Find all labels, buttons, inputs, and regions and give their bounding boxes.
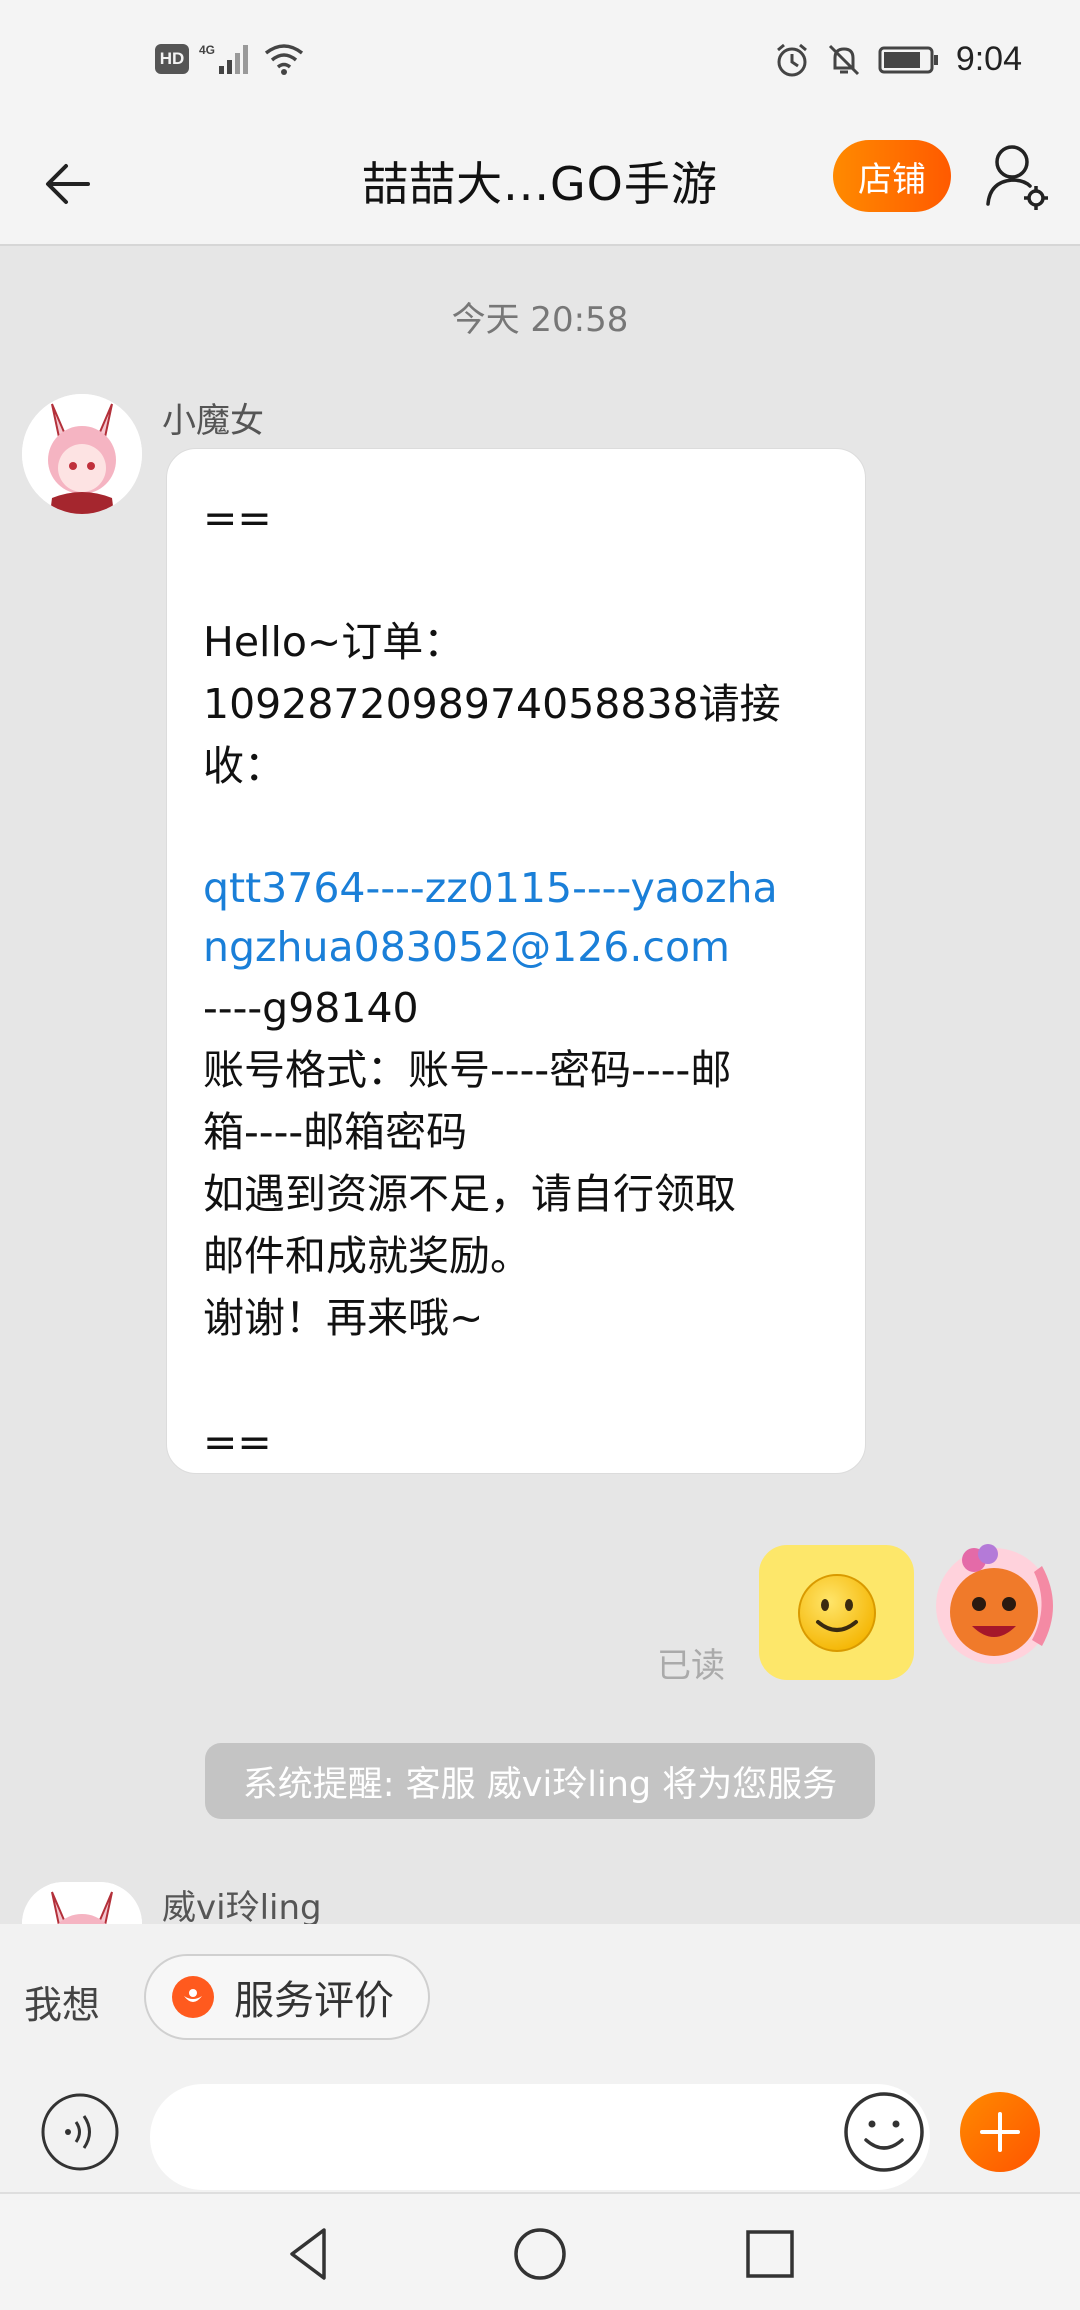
- alarm-icon: [776, 43, 807, 76]
- message-line: [203, 797, 829, 859]
- hd-icon: HD: [155, 44, 189, 74]
- status-bar: HD 4G 9:04: [0, 0, 1080, 122]
- shop-button[interactable]: 店铺: [833, 140, 951, 212]
- voice-icon[interactable]: [40, 2092, 120, 2172]
- sender-name: 小魔女: [162, 401, 264, 441]
- smiley-emoji-icon: [797, 1573, 876, 1652]
- email-link[interactable]: qtt3764----zz0115----yaozha: [203, 859, 829, 917]
- message-bubble[interactable]: == Hello~订单： 1092872098974058838请接 收： qt…: [166, 448, 866, 1474]
- user-settings-icon[interactable]: [984, 142, 1050, 212]
- chat-timestamp: 今天 20:58: [451, 300, 629, 340]
- anime-avatar-image: [22, 394, 142, 514]
- chat-header: 喆喆大...GO手游 店铺: [0, 122, 1080, 246]
- system-reminder: 系统提醒: 客服 威vi玲ling 将为您服务: [205, 1743, 875, 1819]
- message-line: 邮件和成就奖励。: [203, 1232, 531, 1280]
- wifi-icon: [264, 44, 304, 75]
- cartoon-avatar-image: [936, 1544, 1053, 1664]
- message-line: 如遇到资源不足，请自行领取: [203, 1170, 736, 1218]
- nav-home-icon[interactable]: [510, 2224, 570, 2284]
- system-nav-bar: [0, 2192, 1080, 2310]
- shop-label: 店铺: [858, 159, 926, 200]
- flower-icon: [172, 1976, 214, 2018]
- quick-action-bar: 我想 服务评价: [0, 1924, 1080, 2072]
- message-line: 谢谢！再来哦~: [203, 1294, 484, 1342]
- sender-name: 威vi玲ling: [162, 1888, 322, 1928]
- input-bar: [0, 2072, 1080, 2192]
- message-input[interactable]: [150, 2084, 930, 2190]
- my-avatar[interactable]: [924, 1536, 1072, 1666]
- hd-label: HD: [159, 49, 185, 68]
- plus-icon: [980, 2112, 1020, 2152]
- my-message-bubble[interactable]: [759, 1545, 914, 1680]
- email-link[interactable]: ngzhua083052@126.com: [203, 917, 829, 977]
- battery-icon: [878, 46, 938, 73]
- message-line: [203, 1349, 829, 1411]
- message-line: [203, 549, 829, 611]
- message-line: Hello~订单：: [203, 618, 465, 666]
- status-right: 9:04: [774, 40, 1022, 79]
- message-line: ==: [203, 1418, 272, 1466]
- network-label: 4G: [199, 43, 215, 57]
- avatar[interactable]: [22, 1882, 142, 1924]
- quick-label: 我想: [24, 1983, 101, 2027]
- mute-icon: [828, 44, 859, 75]
- read-receipt: 已读: [657, 1646, 725, 1686]
- message-line: ==: [203, 494, 272, 542]
- nav-back-icon[interactable]: [280, 2224, 340, 2284]
- service-rating-label: 服务评价: [234, 1978, 394, 2024]
- message-line: ----g98140: [203, 984, 419, 1032]
- message-line: 箱----邮箱密码: [203, 1108, 468, 1156]
- message-line: 1092872098974058838请接: [203, 680, 781, 728]
- message-line: 账号格式：账号----密码----邮: [203, 1046, 732, 1094]
- message-line: 收：: [203, 742, 285, 790]
- plus-button[interactable]: [960, 2092, 1040, 2172]
- avatar[interactable]: [22, 394, 142, 514]
- signal-icon: 4G: [199, 43, 248, 74]
- anime-avatar-image: [22, 1882, 142, 1924]
- status-time: 9:04: [955, 40, 1022, 78]
- emoji-icon[interactable]: [842, 2090, 926, 2174]
- service-rating-button[interactable]: 服务评价: [144, 1954, 430, 2040]
- nav-recents-icon[interactable]: [740, 2224, 800, 2284]
- status-left: HD 4G: [155, 42, 305, 76]
